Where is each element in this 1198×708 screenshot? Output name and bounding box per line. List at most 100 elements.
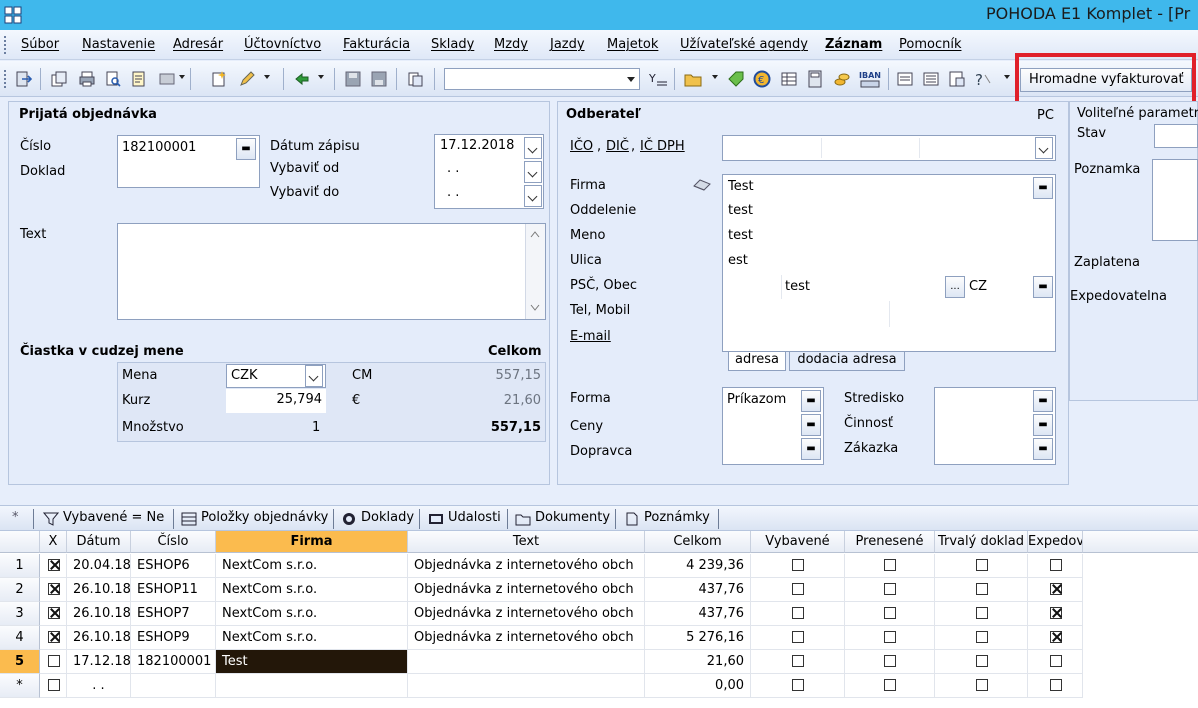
icdph-link[interactable]: IČ DPH [640, 139, 685, 154]
grid-cell-celkom[interactable]: 0,00 [645, 674, 751, 698]
mena-select[interactable]: CZK [226, 364, 326, 388]
save-icon[interactable] [344, 70, 362, 88]
col-header-text[interactable]: Text [408, 531, 645, 553]
cinnost-ellipsis-button[interactable]: ▬ [1033, 414, 1053, 436]
grid-cell-firma[interactable]: Test [216, 650, 408, 674]
grid-cell-trvaly[interactable] [935, 626, 1028, 650]
grid-cell-text[interactable] [408, 650, 645, 674]
save-all-icon[interactable] [370, 70, 388, 88]
filter-icon[interactable]: Y [648, 70, 668, 88]
checkbox[interactable] [1050, 679, 1062, 691]
grid-cell-prenesene[interactable] [845, 674, 935, 698]
menu-adresar[interactable]: Adresár [173, 37, 223, 52]
grid-cell-cislo[interactable]: 182100001 [131, 650, 216, 674]
checkbox[interactable] [792, 655, 804, 667]
checkbox[interactable] [884, 559, 896, 571]
checkbox[interactable] [976, 679, 988, 691]
obec-ellipsis-button[interactable]: ... [945, 276, 965, 298]
checkbox[interactable] [976, 631, 988, 643]
list-view-icon[interactable] [896, 70, 914, 88]
grid-cell-vybavene[interactable] [751, 602, 845, 626]
checkbox[interactable] [48, 559, 60, 571]
col-header-firma[interactable]: Firma [216, 531, 408, 553]
grid-cell-prenesene[interactable] [845, 578, 935, 602]
folder-icon[interactable] [684, 70, 702, 88]
checkbox[interactable] [976, 559, 988, 571]
grid-cell-cislo[interactable] [131, 674, 216, 698]
grid-cell-expedov[interactable] [1028, 578, 1083, 602]
grid-cell-celkom[interactable]: 437,76 [645, 602, 751, 626]
checkbox[interactable] [48, 631, 60, 643]
mena-chevron-down-icon[interactable] [305, 365, 323, 387]
grid-cell-datum[interactable]: 26.10.18 [67, 602, 131, 626]
grid-cell-expedov[interactable] [1028, 554, 1083, 578]
row-number[interactable]: 5 [0, 650, 40, 674]
table-icon[interactable] [780, 70, 798, 88]
scroll-up-icon[interactable] [530, 230, 540, 238]
print-report-icon[interactable] [130, 70, 148, 88]
checkbox[interactable] [1050, 559, 1062, 571]
vybavit-do-value[interactable]: . . [447, 185, 459, 200]
ico-chevron-down-icon[interactable] [1035, 137, 1053, 159]
obec-value[interactable]: test [785, 279, 810, 294]
clipboard-icon[interactable] [406, 70, 424, 88]
grid-cell-text[interactable]: Objednávka z internetového obch [408, 554, 645, 578]
checkbox[interactable] [884, 655, 896, 667]
folder-dropdown-icon[interactable] [712, 75, 718, 79]
checkbox[interactable] [792, 607, 804, 619]
grid-cell-x[interactable] [40, 602, 67, 626]
checkbox[interactable] [792, 559, 804, 571]
firma-ellipsis-button[interactable]: ▬ [1033, 177, 1053, 199]
grid-cell-x[interactable] [40, 626, 67, 650]
checkbox[interactable] [48, 607, 60, 619]
grid-cell-trvaly[interactable] [935, 650, 1028, 674]
grid-cell-celkom[interactable]: 4 239,36 [645, 554, 751, 578]
forma-value[interactable]: Príkazom [727, 392, 786, 407]
calculator-icon[interactable] [806, 70, 824, 88]
menu-jazdy[interactable]: Jazdy [550, 37, 585, 52]
toolbar-combobox[interactable] [444, 68, 640, 90]
tab-polozky-objednavky[interactable]: Položky objednávky [181, 510, 328, 525]
tab-adresa[interactable]: adresa [728, 352, 786, 371]
grid-cell-vybavene[interactable] [751, 626, 845, 650]
kurz-field[interactable]: 25,794 [226, 389, 326, 413]
export-icon[interactable] [158, 70, 176, 88]
datum-zapisu-chevron-down-icon[interactable] [524, 137, 542, 159]
grid-cell-x[interactable] [40, 554, 67, 578]
text-scrollbar[interactable] [525, 224, 545, 319]
poznamka-field[interactable] [1152, 159, 1198, 241]
grid-cell-trvaly[interactable] [935, 674, 1028, 698]
copy-record-icon[interactable] [50, 70, 68, 88]
checkbox[interactable] [48, 583, 60, 595]
grid-cell-cislo[interactable]: ESHOP9 [131, 626, 216, 650]
grid-cell-vybavene[interactable] [751, 554, 845, 578]
print-preview-icon[interactable] [104, 70, 122, 88]
menu-uzivatelske-agendy[interactable]: Užívateľské agendy [680, 37, 808, 52]
edit-record-icon[interactable] [238, 70, 256, 88]
row-number[interactable]: 3 [0, 602, 40, 626]
grid-cell-trvaly[interactable] [935, 554, 1028, 578]
cislo-ellipsis-button[interactable]: ▬ [236, 138, 256, 160]
new-record-icon[interactable] [210, 70, 228, 88]
document-view-icon[interactable] [948, 70, 966, 88]
col-header-prenesene[interactable]: Prenesené [845, 531, 935, 553]
checkbox[interactable] [1050, 631, 1062, 643]
tab-dodacia-adresa[interactable]: dodacia adresa [789, 352, 905, 371]
ulica-value[interactable]: est [728, 253, 748, 268]
checkbox[interactable] [48, 679, 60, 691]
grid-cell-vybavene[interactable] [751, 578, 845, 602]
stredisko-ellipsis-button[interactable]: ▬ [1033, 390, 1053, 412]
ceny-ellipsis-button[interactable]: ▬ [801, 414, 821, 436]
back-dropdown-icon[interactable] [318, 75, 324, 79]
help-dropdown-icon[interactable] [1004, 75, 1010, 79]
scroll-down-icon[interactable] [530, 304, 540, 312]
stav-field[interactable] [1154, 124, 1198, 148]
grid-cell-text[interactable]: Objednávka z internetového obch [408, 626, 645, 650]
tab-udalosti[interactable]: Udalosti [428, 510, 501, 525]
grid-cell-cislo[interactable]: ESHOP6 [131, 554, 216, 578]
firma-value[interactable]: Test [728, 179, 754, 194]
col-header-trvaly-doklad[interactable]: Trvalý doklad [935, 531, 1028, 553]
checkbox[interactable] [792, 583, 804, 595]
vybavit-od-value[interactable]: . . [447, 161, 459, 176]
grid-cell-prenesene[interactable] [845, 602, 935, 626]
